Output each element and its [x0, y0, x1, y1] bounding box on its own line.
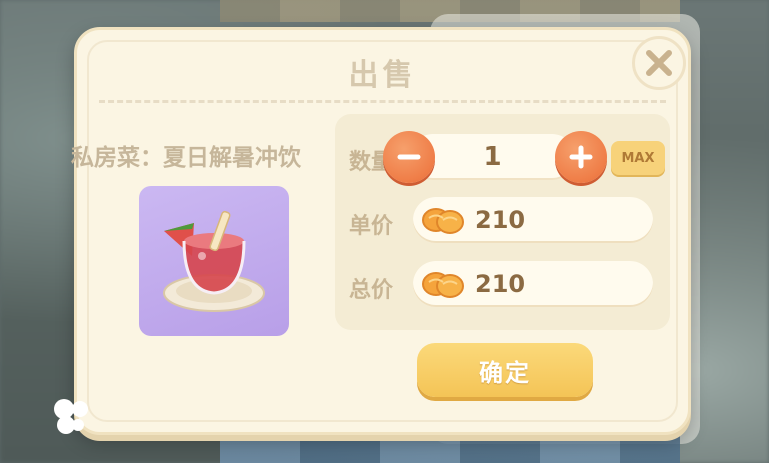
plus-icon [569, 145, 593, 169]
total-price-value: 210 [475, 270, 526, 298]
item-name: 私房菜：夏日解暑冲饮 [71, 145, 301, 171]
minus-icon [397, 154, 421, 160]
confirm-button[interactable]: 确定 [417, 343, 593, 397]
increase-button[interactable] [555, 131, 607, 183]
close-icon [646, 50, 672, 76]
orange-slice-coin-icon [422, 272, 464, 298]
title-divider [99, 100, 666, 103]
unit-price-label: 单价 [349, 214, 394, 239]
unit-price-value: 210 [475, 206, 526, 234]
sell-dialog: 出售 私房菜：夏日解暑冲饮 数量 1 MAX 单价 210 总价 210 确定 [71, 27, 691, 435]
item-image-card [139, 186, 289, 336]
orange-slice-coin-icon [422, 208, 464, 234]
decrease-button[interactable] [383, 131, 435, 183]
close-button[interactable] [632, 36, 686, 90]
max-button[interactable]: MAX [611, 141, 665, 175]
total-price-label: 总价 [349, 278, 394, 303]
flower-decoration-icon [54, 399, 88, 434]
dialog-title: 出售 [348, 58, 417, 93]
watermelon-drink-icon [163, 210, 265, 312]
